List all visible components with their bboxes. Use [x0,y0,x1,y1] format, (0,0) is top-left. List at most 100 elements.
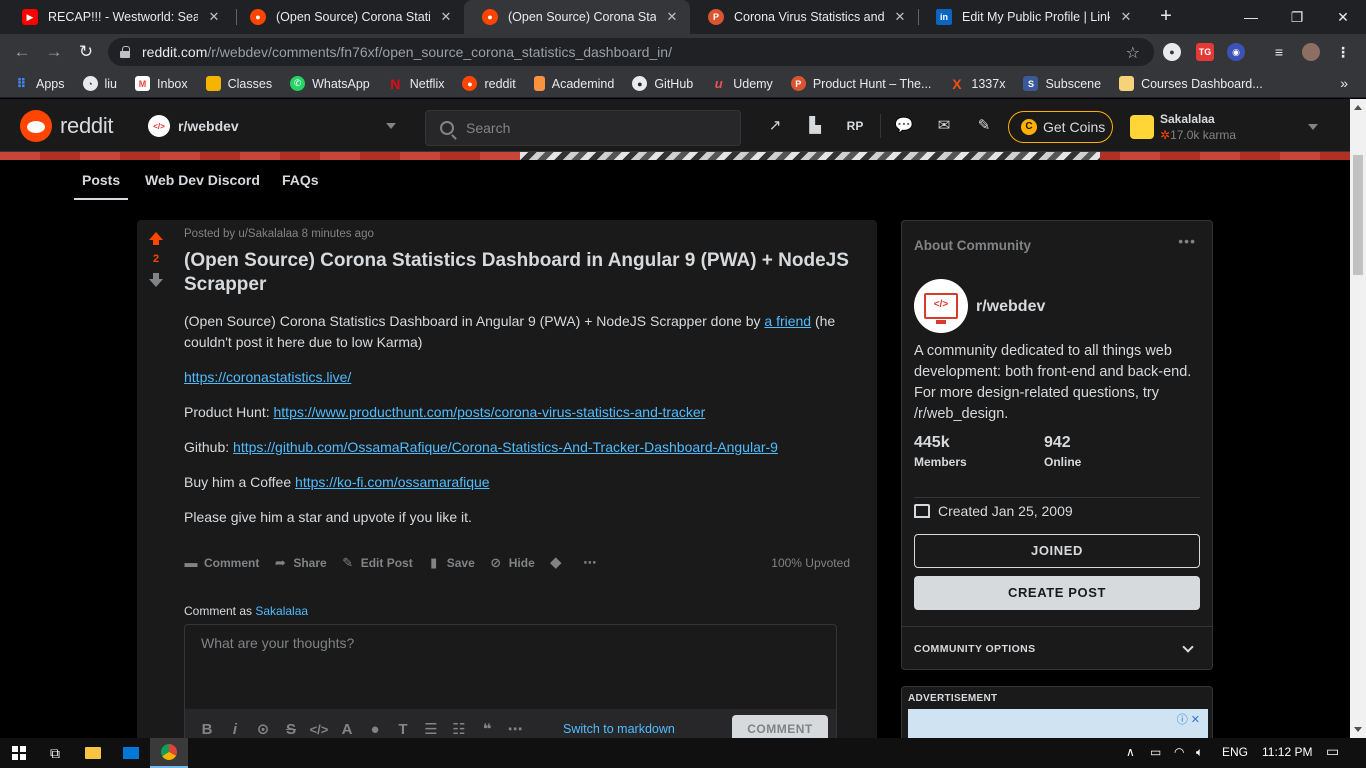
close-tab-icon[interactable]: ✕ [664,9,680,25]
browser-tab-active[interactable]: ● (Open Source) Corona Statistic ✕ [464,0,690,34]
browser-tab[interactable]: P Corona Virus Statistics and Tra ✕ [690,0,918,34]
bookmark-1337x[interactable]: X 1337x [949,76,1005,92]
italic-icon[interactable]: i [221,721,249,738]
page-scrollbar[interactable] [1350,99,1366,738]
tag-button[interactable]: ◆ [549,555,569,570]
close-tab-icon[interactable]: ✕ [206,9,222,25]
code-icon[interactable]: </> [305,722,333,737]
link-icon[interactable]: ⊙ [249,720,277,738]
downvote-arrow-icon[interactable] [149,273,163,287]
bookmark-udemy[interactable]: u Udemy [711,76,773,91]
profile-avatar[interactable] [1302,43,1320,61]
more-options-button[interactable]: ⋯ [583,556,603,570]
bookmark-subscene[interactable]: S Subscene [1023,76,1101,91]
volume-icon[interactable]: 🔈︎ [1196,745,1203,760]
comment-button[interactable]: ▬ Comment [184,556,260,571]
close-tab-icon[interactable]: ✕ [1118,9,1134,25]
bookmark-whatsapp[interactable]: ✆ WhatsApp [290,76,370,91]
trending-icon[interactable]: ↗ [765,116,785,136]
bookmark-github[interactable]: ● GitHub [632,76,693,91]
file-explorer-icon[interactable] [74,738,112,768]
joined-button[interactable]: JOINED [914,534,1200,568]
subreddit-selector[interactable]: </> r/webdev [140,109,410,143]
address-bar[interactable]: reddit.com/r/webdev/comments/fn76xf/open… [108,38,1154,66]
switch-to-markdown-link[interactable]: Switch to markdown [563,722,675,736]
leaderboard-icon[interactable]: ▙ [805,116,825,136]
maximize-button[interactable]: ❐ [1274,0,1320,34]
wifi-icon[interactable]: ◠ [1174,745,1184,759]
mail-icon[interactable]: ✉ [934,116,954,136]
bulleted-list-icon[interactable]: ☰ [417,720,445,738]
minimize-button[interactable]: — [1228,0,1274,34]
browser-tab[interactable]: ▶ RECAP!!! - Westworld: Season ✕ [4,0,232,34]
edit-post-button[interactable]: ✎ Edit Post [341,556,412,571]
comment-username-link[interactable]: Sakalalaa [255,604,308,618]
get-coins-button[interactable]: C Get Coins [1008,111,1113,143]
media-control-icon[interactable]: ≡ [1270,43,1288,61]
coronastatistics-link[interactable]: https://coronastatistics.live/ [184,369,351,385]
strikethrough-icon[interactable]: S [277,721,305,738]
notifications-icon[interactable]: ▭ [1326,743,1339,760]
nav-tab-faqs[interactable]: FAQs [282,172,319,188]
nav-tab-discord[interactable]: Web Dev Discord [145,172,260,188]
github-link[interactable]: https://github.com/OssamaRafique/Corona-… [233,439,778,455]
spoiler-icon[interactable]: ● [361,721,389,738]
mail-app-icon[interactable] [112,738,150,768]
search-input[interactable]: Search [425,110,741,146]
new-tab-button[interactable]: + [1154,5,1178,29]
reddit-home-link[interactable]: reddit [20,110,114,142]
scroll-down-arrow-icon[interactable] [1354,727,1362,732]
language-indicator[interactable]: ENG [1222,745,1248,759]
close-tab-icon[interactable]: ✕ [892,9,908,25]
superscript-icon[interactable]: A [333,721,361,738]
browser-menu-icon[interactable]: ⋮ [1334,43,1352,61]
clock[interactable]: 11:12 PM [1262,745,1312,759]
chat-icon[interactable]: 💬 [894,116,914,136]
heading-icon[interactable]: T [389,721,417,738]
close-window-button[interactable]: ✕ [1320,0,1366,34]
scrollbar-thumb[interactable] [1353,155,1363,275]
bookmark-classes[interactable]: Classes [205,76,272,91]
browser-tab[interactable]: ● (Open Source) Corona Statistic ✕ [232,0,464,34]
start-button[interactable] [0,738,38,768]
producthunt-link[interactable]: https://www.producthunt.com/posts/corona… [274,404,706,420]
chevron-down-icon[interactable] [1182,641,1194,653]
numbered-list-icon[interactable]: ☷ [445,720,473,738]
chrome-taskbar-icon[interactable] [150,738,188,768]
close-tab-icon[interactable]: ✕ [438,9,454,25]
bookmark-liu[interactable]: ◔ liu [82,76,117,91]
bookmark-academind[interactable]: Academind [533,76,614,91]
bookmark-star-icon[interactable]: ☆ [1126,43,1140,63]
upvote-arrow-icon[interactable] [149,232,163,246]
forward-button[interactable]: → [42,40,66,64]
rpan-icon[interactable]: RP [845,116,865,136]
more-dots-icon[interactable]: ⋯ [501,720,529,738]
user-menu[interactable]: Sakalalaa ✲17.0k karma [1130,111,1330,143]
share-button[interactable]: ➦ Share [273,556,327,571]
bookmark-producthunt[interactable]: P Product Hunt – The... [790,76,931,91]
create-post-icon[interactable]: ✎ [974,116,994,136]
more-dots-icon[interactable]: ••• [1178,233,1196,249]
tray-expand-icon[interactable]: ∧ [1126,745,1135,759]
bold-icon[interactable]: B [193,721,221,738]
reload-button[interactable]: ↻ [74,40,98,64]
extension-icon[interactable]: ● [1163,43,1181,61]
kofi-link[interactable]: https://ko-fi.com/ossamarafique [295,474,490,490]
extension-tg-icon[interactable]: TG [1196,43,1214,61]
bookmark-reddit[interactable]: ● reddit [462,76,516,91]
bookmark-courses[interactable]: Courses Dashboard... [1119,76,1263,91]
ad-close-icon[interactable]: ⓘ ✕ [1177,711,1200,727]
browser-tab[interactable]: in Edit My Public Profile | LinkedI ✕ [918,0,1144,34]
quote-block-icon[interactable]: ❝ [473,720,501,738]
nav-tab-posts[interactable]: Posts [73,172,129,200]
community-name[interactable]: r/webdev [976,298,1045,316]
comment-editor[interactable]: What are your thoughts? B i ⊙ S </> A ● … [184,624,837,750]
hide-button[interactable]: ⊘ Hide [489,556,534,571]
bookmark-netflix[interactable]: N Netflix [388,76,444,92]
friend-link[interactable]: a friend [764,313,811,329]
create-post-button[interactable]: CREATE POST [914,576,1200,610]
task-view-icon[interactable]: ⧉ [36,738,74,768]
community-options-toggle[interactable]: COMMUNITY OPTIONS [914,643,1036,655]
bookmark-apps[interactable]: ⠿ Apps [14,76,64,91]
bookmarks-overflow-button[interactable]: » [1340,75,1348,91]
